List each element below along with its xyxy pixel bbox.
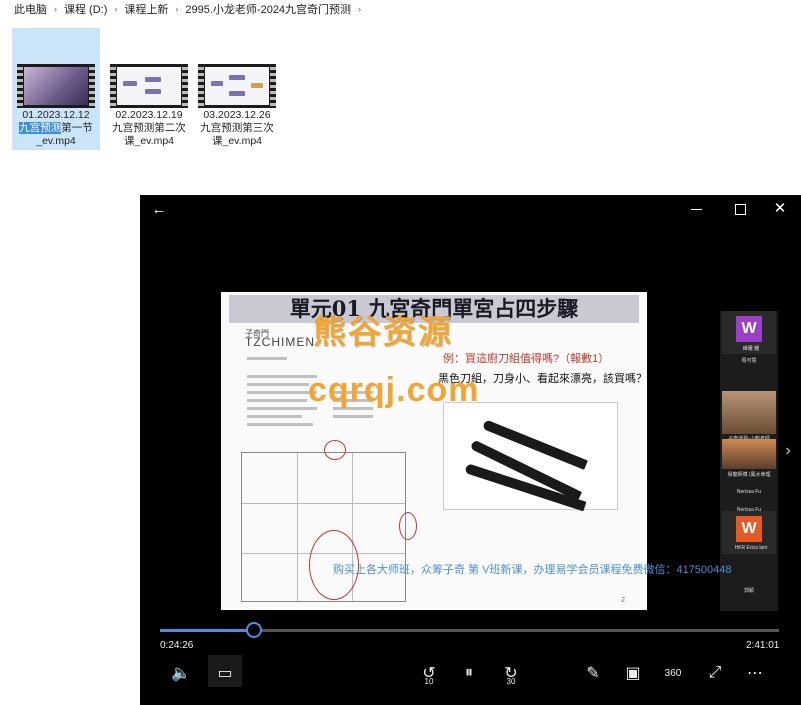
brand-en: TZCHIMEN	[245, 335, 315, 349]
mini-view-icon[interactable]: ▣	[620, 660, 646, 686]
file-name-line: 03.2023.12.26	[203, 109, 271, 121]
participant-name: HKR Erica lam	[734, 545, 768, 551]
file-item[interactable]: 01.2023.12.12 九宫预测第一节 _ev.mp4	[12, 28, 100, 150]
file-name-line: 01.2023.12.12	[22, 109, 90, 121]
minimize-icon[interactable]	[688, 201, 704, 217]
rewind-seconds: 10	[424, 677, 434, 686]
breadcrumb-item-folder[interactable]: 课程上新	[121, 1, 171, 17]
breadcrumb: 此电脑 › 课程 (D:) › 课程上新 › 2995.小龙老师-2024九宫奇…	[0, 0, 801, 18]
video-thumbnail	[198, 64, 276, 108]
breadcrumb-item-current[interactable]: 2995.小龙老师-2024九宫奇门预测	[182, 1, 354, 17]
knife-photo	[443, 402, 618, 512]
file-name-line: 九宫预测第三次	[200, 122, 274, 134]
file-name-line: 02.2023.12.19	[115, 109, 183, 121]
breadcrumb-item-this-pc[interactable]: 此电脑	[0, 1, 50, 17]
participant-name: Nerissa Fu	[736, 489, 762, 495]
watermark-site: cqrqj.com	[308, 371, 480, 409]
total-time: 2:41:01	[746, 640, 780, 651]
pause-icon[interactable]: ⏸	[456, 660, 482, 686]
avatar: W	[736, 316, 762, 342]
slide-brand: 子奇門 TZCHIMEN	[245, 329, 315, 349]
avatar: W	[736, 516, 762, 542]
participant-name: 馬可慧	[741, 358, 757, 364]
annotation-circle	[324, 440, 346, 460]
file-item[interactable]: 02.2023.12.19 九宫预测第二次 课_ev.mp4	[105, 28, 193, 150]
chevron-right-icon[interactable]: ›	[779, 442, 797, 460]
slide-question: 例：買這廚刀組值得嗎?（報數1）	[443, 353, 610, 365]
forward-seconds: 30	[506, 677, 516, 686]
participant-name: 維爾 鍾	[742, 346, 760, 352]
pen-icon[interactable]: ✎	[580, 660, 606, 686]
file-name-highlight: 九宫预测	[19, 122, 62, 134]
file-name-line: 第一节	[61, 122, 93, 134]
back-arrow-icon[interactable]: ←	[150, 200, 168, 218]
watermark-brand: 熊谷资源	[313, 313, 453, 350]
video-player[interactable]: ← ✕ 單元01 九宮奇門單宮占四步驟 子奇門 TZCHIMEN 例：買這廚刀組…	[140, 195, 801, 705]
participant-name: 易龍師傅 (風水命理	[727, 472, 771, 478]
annotation-circle	[399, 512, 417, 540]
file-name-line: 课_ev.mp4	[124, 135, 174, 147]
video-thumbnail	[110, 64, 188, 108]
maximize-icon[interactable]	[732, 201, 748, 217]
chevron-right-icon: ›	[175, 4, 179, 14]
participant-name: 郭穎	[743, 588, 754, 594]
forward-icon[interactable]: ↻ 30	[498, 660, 524, 686]
screen: 此电脑 › 课程 (D:) › 课程上新 › 2995.小龙老师-2024九宫奇…	[0, 0, 801, 705]
participant-video	[722, 439, 776, 469]
participant-tile: W HKR Erica lam	[722, 511, 776, 554]
participant-video	[722, 391, 776, 434]
watermark-caption: 购买上各大师班，众筹子奇 第 V班新课，办理易学会员课程免费微信：4175004…	[333, 564, 732, 576]
video-thumbnail	[17, 64, 95, 108]
current-time: 0:24:26	[160, 640, 194, 651]
chevron-right-icon: ›	[54, 4, 57, 14]
more-options-icon[interactable]: ⋯	[742, 660, 768, 686]
fullscreen-icon[interactable]: ⤢	[702, 660, 728, 686]
participant-tile: W 維爾 鍾	[722, 311, 776, 354]
slide-page-number: 2	[621, 597, 625, 604]
breadcrumb-item-drive[interactable]: 课程 (D:)	[61, 1, 110, 17]
volume-icon[interactable]: 🔈	[168, 660, 194, 686]
rewind-icon[interactable]: ↺ 10	[416, 660, 442, 686]
seek-handle[interactable]	[246, 622, 263, 638]
file-name-line: _ev.mp4	[36, 135, 76, 147]
seek-progress	[160, 629, 255, 632]
file-name-line: 课_ev.mp4	[212, 135, 262, 147]
file-item[interactable]: 03.2023.12.26 九宫预测第三次 课_ev.mp4	[193, 28, 281, 150]
chevron-right-icon: ›	[114, 4, 118, 14]
close-icon[interactable]: ✕	[772, 200, 788, 217]
view-360-icon[interactable]: 360	[660, 660, 686, 686]
captions-icon[interactable]: ▭	[212, 660, 238, 686]
player-title-bar: ← ✕	[140, 195, 801, 223]
view-360-label: 360	[664, 667, 682, 679]
chevron-right-icon: ›	[358, 4, 362, 14]
file-name-line: 九宫预测第二次	[112, 122, 186, 134]
